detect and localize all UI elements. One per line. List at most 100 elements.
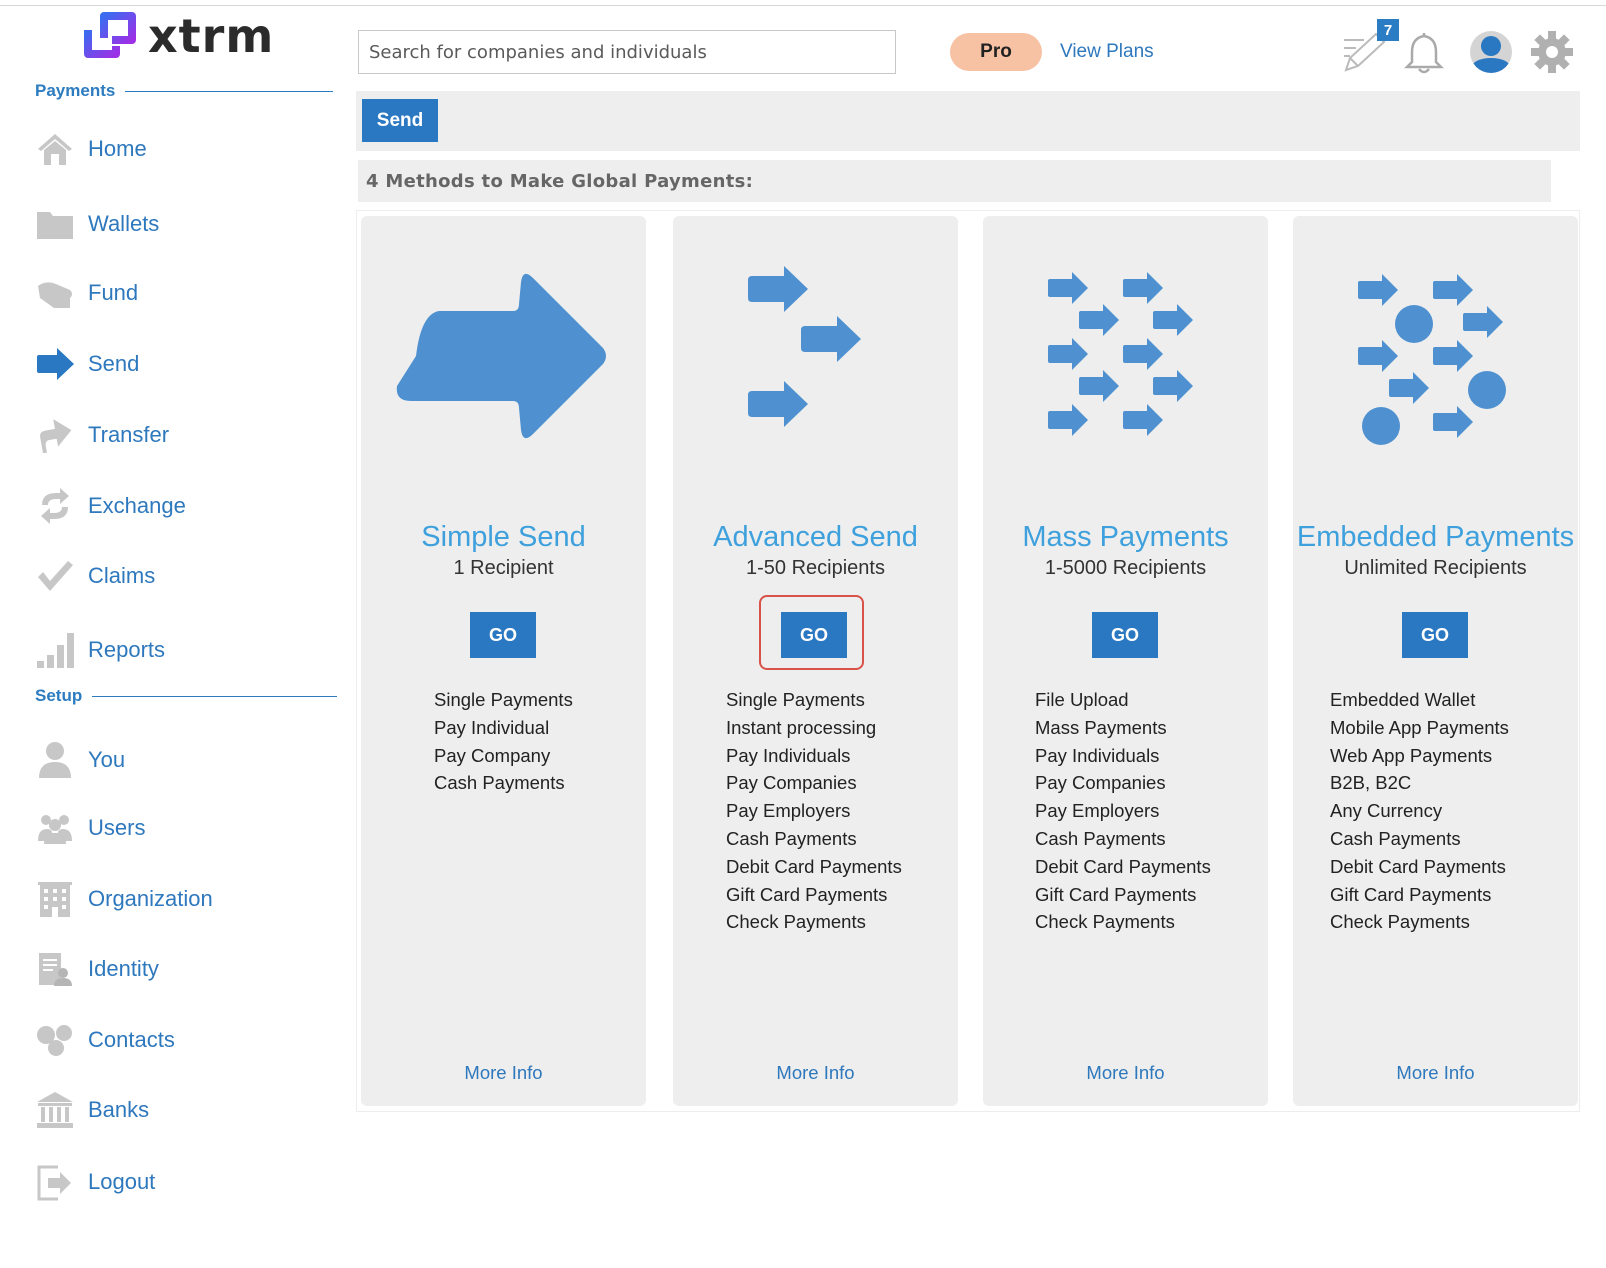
list-item: Debit Card Payments — [726, 855, 902, 877]
sidebar-item-label: Users — [88, 815, 146, 840]
sidebar-item-label: Identity — [88, 956, 159, 981]
building-icon — [35, 879, 75, 919]
multi-arrow-illustration — [748, 266, 861, 427]
list-item: Web App Payments — [1330, 744, 1493, 766]
single-arrow-illustration — [396, 273, 606, 439]
section-payments: Payments — [35, 81, 334, 101]
list-item: Pay Company — [434, 744, 551, 766]
sidebar-item-fund[interactable]: Fund — [35, 273, 138, 313]
section-title: Setup — [35, 686, 83, 705]
sidebar-item-identity[interactable]: Identity — [35, 949, 159, 989]
sidebar-item-claims[interactable]: Claims — [35, 556, 155, 596]
card-subtitle: 1 Recipient — [453, 557, 554, 579]
list-item: Single Payments — [434, 689, 573, 710]
sidebar-item-label: Wallets — [88, 211, 160, 236]
card-mass-payments: Mass Payments 1-5000 Recipients GO File … — [983, 216, 1268, 1106]
card-subtitle: Unlimited Recipients — [1344, 557, 1527, 579]
sidebar-item-wallets[interactable]: Wallets — [35, 204, 159, 244]
sidebar-item-label: Contacts — [88, 1027, 175, 1052]
list-item: Gift Card Payments — [1035, 883, 1197, 905]
home-icon — [35, 129, 75, 169]
highlight-box — [759, 595, 864, 670]
embedded-arrows-illustration — [1358, 274, 1506, 445]
list-item: Pay Individuals — [1035, 744, 1160, 766]
arrow-right-icon — [35, 344, 75, 384]
brand-name: xtrm — [148, 9, 275, 63]
go-button[interactable]: GO — [470, 612, 536, 658]
section-divider — [92, 695, 338, 697]
sidebar-item-send[interactable]: Send — [35, 344, 139, 384]
bell-icon[interactable] — [1403, 30, 1445, 79]
go-button[interactable]: GO — [1092, 612, 1158, 658]
sidebar-item-label: Logout — [88, 1169, 156, 1194]
list-item: Check Payments — [1035, 911, 1175, 933]
sidebar-item-label: Home — [88, 136, 147, 161]
sidebar-item-label: Send — [88, 351, 140, 376]
list-item: Check Payments — [1330, 911, 1470, 933]
feature-list: Single Payments Instant processing Pay I… — [726, 686, 902, 936]
more-info-link[interactable]: More Info — [983, 1062, 1268, 1084]
more-info-link[interactable]: More Info — [361, 1062, 646, 1084]
sidebar-item-organization[interactable]: Organization — [35, 879, 213, 919]
list-item: Debit Card Payments — [1035, 855, 1211, 877]
plan-badge: Pro — [950, 33, 1042, 71]
feature-list: Embedded Wallet Mobile App Payments Web … — [1330, 686, 1509, 936]
go-button[interactable]: GO — [1402, 612, 1468, 658]
section-title: Payments — [35, 81, 116, 100]
user-icon — [35, 740, 75, 780]
sidebar-item-you[interactable]: You — [35, 740, 125, 780]
section-divider — [125, 90, 334, 92]
logout-icon — [35, 1162, 75, 1202]
card-simple-send: Simple Send 1 Recipient GO Single Paymen… — [361, 216, 646, 1106]
folder-icon — [35, 204, 75, 244]
list-item: B2B, B2C — [1330, 772, 1412, 794]
more-info-link[interactable]: More Info — [1293, 1062, 1578, 1084]
card-embedded-payments: Embedded Payments Unlimited Recipients G… — [1293, 216, 1578, 1106]
section-setup: Setup — [35, 686, 338, 706]
list-item: Check Payments — [726, 911, 866, 933]
more-info-link[interactable]: More Info — [673, 1062, 958, 1084]
view-plans-link[interactable]: View Plans — [1060, 41, 1154, 63]
sidebar-item-banks[interactable]: Banks — [35, 1090, 149, 1130]
list-item: Instant processing — [726, 716, 877, 738]
avatar-icon[interactable] — [1469, 30, 1513, 79]
sidebar-item-label: Transfer — [88, 422, 170, 447]
sidebar-item-label: Fund — [88, 280, 139, 305]
card-title: Embedded Payments — [1296, 521, 1575, 553]
tab-send[interactable]: Send — [362, 99, 438, 142]
gear-icon[interactable] — [1530, 30, 1574, 79]
card-title: Advanced Send — [713, 521, 918, 553]
list-item: Cash Payments — [1330, 827, 1461, 849]
list-item: Pay Individuals — [726, 744, 851, 766]
contacts-icon — [35, 1020, 75, 1060]
checkmark-icon — [35, 556, 75, 596]
bar-chart-icon — [35, 630, 75, 670]
list-item: Pay Individual — [434, 716, 550, 738]
sidebar-item-label: Exchange — [88, 493, 186, 518]
search-input[interactable] — [358, 30, 896, 74]
list-item: Pay Companies — [1035, 772, 1166, 794]
sidebar-item-users[interactable]: Users — [35, 808, 145, 848]
list-item: File Upload — [1035, 689, 1129, 710]
sidebar-item-contacts[interactable]: Contacts — [35, 1020, 175, 1060]
list-item: Embedded Wallet — [1330, 689, 1476, 710]
list-item: Any Currency — [1330, 800, 1443, 822]
sidebar-item-exchange[interactable]: Exchange — [35, 486, 186, 526]
xtrm-logo[interactable]: xtrm — [82, 8, 274, 64]
sidebar-item-label: You — [88, 747, 126, 772]
card-title: Simple Send — [421, 521, 586, 553]
top-border — [0, 5, 1606, 6]
sidebar-item-reports[interactable]: Reports — [35, 630, 165, 670]
notes-count-badge: 7 — [1377, 19, 1399, 41]
sidebar-item-logout[interactable]: Logout — [35, 1162, 155, 1202]
list-item: Gift Card Payments — [1330, 883, 1492, 905]
list-item: Cash Payments — [434, 772, 565, 794]
sidebar-item-label: Banks — [88, 1097, 150, 1122]
list-item: Pay Companies — [726, 772, 857, 794]
bank-icon — [35, 1090, 75, 1130]
mass-arrows-illustration — [1048, 272, 1193, 436]
sidebar-item-transfer[interactable]: Transfer — [35, 415, 169, 455]
toolbar — [356, 91, 1580, 151]
sidebar-item-label: Organization — [88, 886, 213, 911]
sidebar-item-home[interactable]: Home — [35, 129, 147, 169]
